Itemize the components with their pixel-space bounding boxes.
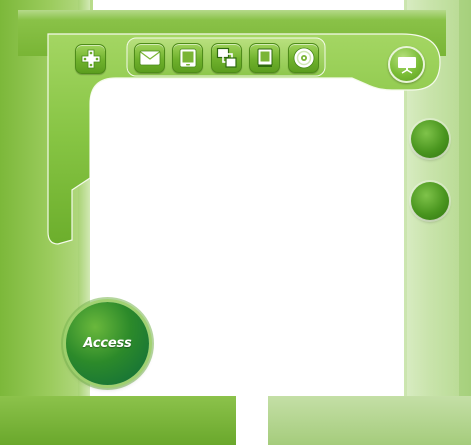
dpad-icon xyxy=(81,49,100,69)
book-icon xyxy=(257,48,272,67)
access-label: Access xyxy=(83,336,132,351)
mail-button[interactable] xyxy=(134,43,165,73)
disc-icon xyxy=(293,47,314,69)
windows-icon xyxy=(216,47,237,68)
dpad-button[interactable] xyxy=(75,44,106,74)
access-button[interactable]: Access xyxy=(66,302,149,385)
book-button[interactable] xyxy=(249,43,280,73)
disc-button[interactable] xyxy=(288,43,319,73)
mail-icon xyxy=(139,50,160,66)
tablet-button[interactable] xyxy=(172,43,203,73)
screen-icon xyxy=(397,56,416,74)
tablet-icon xyxy=(179,48,196,68)
side-round-button-1[interactable] xyxy=(411,120,449,158)
windows-button[interactable] xyxy=(211,43,242,73)
side-round-button-2[interactable] xyxy=(411,182,449,220)
screen-button[interactable] xyxy=(388,46,425,83)
